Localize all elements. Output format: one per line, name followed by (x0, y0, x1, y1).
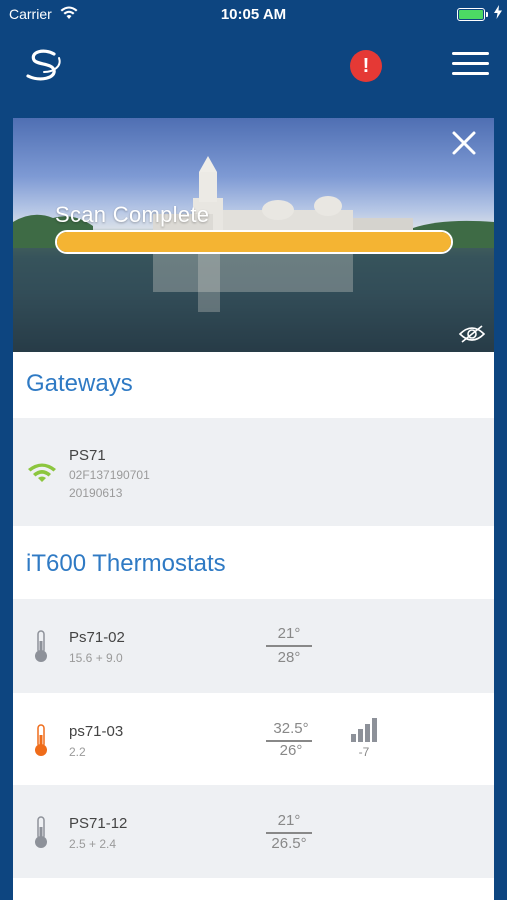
current-temperature: 26.5° (271, 835, 307, 852)
thermostat-row[interactable]: Ps71-02 15.6 + 9.0 21° 28° (13, 599, 494, 693)
battery-icon (457, 8, 488, 21)
temperature-divider (266, 832, 312, 834)
gateway-serial: 02F137190701 (69, 468, 150, 482)
signal-value: -7 (358, 745, 370, 759)
gateways-section-title: Gateways (26, 370, 133, 397)
status-bar: Carrier 10:05 AM (0, 0, 507, 28)
gateway-row[interactable]: PS71 02F137190701 20190613 (13, 418, 494, 526)
temperature-divider (266, 645, 312, 647)
nav-bar: ! (0, 28, 507, 108)
scan-progress-fill (57, 232, 451, 252)
current-temperature: 28° (277, 649, 301, 666)
scan-progress-bar (55, 230, 453, 254)
current-temperature: 26° (279, 742, 303, 759)
thermostat-name: PS71-12 (69, 815, 128, 832)
thermostat-name: ps71-03 (69, 723, 124, 740)
charging-icon (494, 5, 502, 19)
thermometer-icon (35, 724, 47, 756)
thermometer-icon (35, 816, 47, 848)
hide-eye-icon[interactable] (458, 324, 486, 344)
scan-hero-banner: Scan Complete (13, 118, 494, 352)
close-icon[interactable] (451, 130, 477, 156)
app-logo-icon[interactable] (24, 48, 64, 84)
signal-strength-icon (351, 718, 377, 742)
thermostat-detail: 2.5 + 2.4 (69, 837, 117, 851)
thermostat-row[interactable]: ps71-03 2.2 32.5° 26° -7 (13, 693, 494, 785)
hamburger-menu-icon[interactable] (452, 52, 489, 78)
scan-results-card: Scan Complete Gateways PS71 02F137190701… (13, 118, 494, 900)
clock: 10:05 AM (220, 6, 287, 23)
thermostat-detail: 15.6 + 9.0 (69, 651, 123, 665)
thermostat-detail: 2.2 (69, 745, 86, 759)
setpoint-temperature: 21° (277, 812, 301, 829)
thermometer-icon (35, 630, 47, 662)
alert-icon[interactable]: ! (350, 50, 382, 82)
gateway-version: 20190613 (69, 486, 123, 500)
thermostat-name: Ps71-02 (69, 629, 125, 646)
wifi-signal-icon (28, 463, 56, 482)
setpoint-temperature: 21° (277, 625, 301, 642)
scan-status-label: Scan Complete (55, 202, 210, 227)
thermostats-section-title: iT600 Thermostats (26, 550, 226, 577)
gateway-name: PS71 (69, 447, 106, 464)
thermostat-row[interactable]: PS71-12 2.5 + 2.4 21° 26.5° (13, 785, 494, 878)
setpoint-temperature: 32.5° (273, 720, 309, 737)
